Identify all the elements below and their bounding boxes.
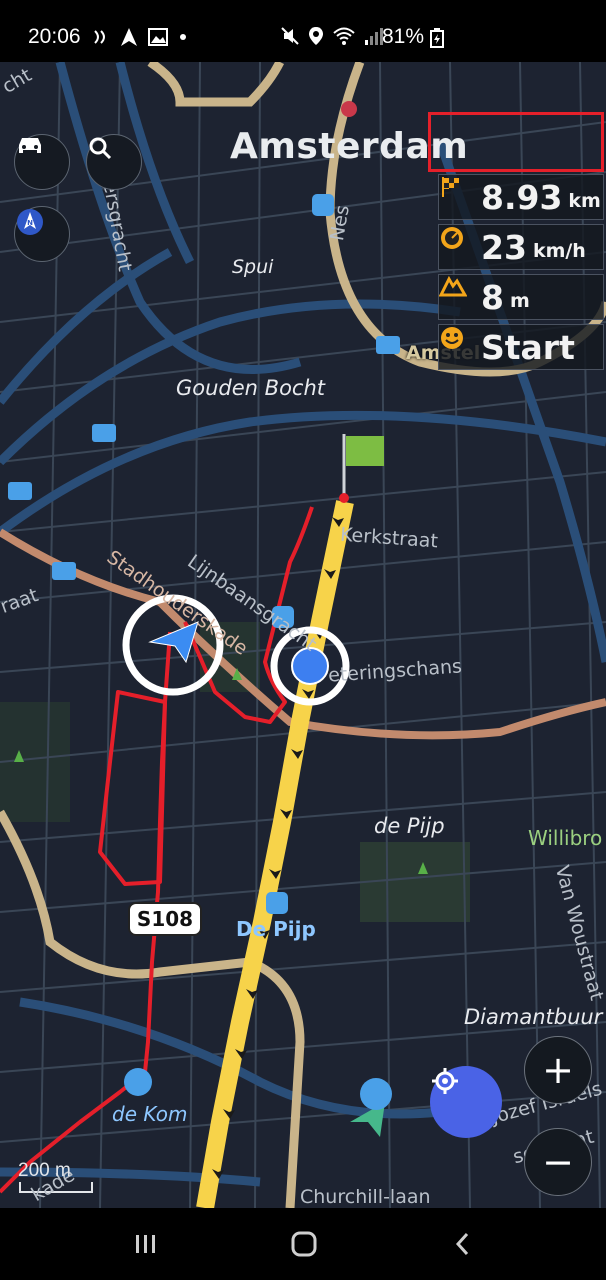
speed-value: 23 <box>481 227 527 267</box>
area-label-gouden-bocht: Gouden Bocht <box>176 376 326 400</box>
back-button[interactable] <box>432 1224 492 1264</box>
recent-apps-button[interactable] <box>116 1224 176 1264</box>
image-icon <box>148 28 168 46</box>
elevation-widget[interactable]: 8 m <box>438 274 604 320</box>
street-label-churchill-laan: Churchill-laan <box>300 1186 431 1208</box>
park-area <box>360 842 470 922</box>
vibration-icon <box>94 30 105 44</box>
status-time: 20:06 <box>28 25 81 48</box>
speed-unit: km/h <box>532 240 586 262</box>
system-nav-bar <box>0 1208 606 1280</box>
speedometer-icon <box>441 227 463 249</box>
compass-button[interactable]: N <box>14 206 70 262</box>
mute-icon <box>281 27 299 45</box>
search-icon <box>89 137 112 160</box>
signal-icon <box>365 28 383 45</box>
road-shield-label: S108 <box>136 907 194 931</box>
zoom-out-button[interactable]: − <box>524 1128 592 1196</box>
elevation-unit: m <box>509 290 530 312</box>
home-icon <box>291 1231 317 1257</box>
compass-icon: N <box>17 209 43 235</box>
distance-highlight-box <box>428 112 604 172</box>
road-shield: S108 <box>128 902 202 936</box>
info-widgets-panel: 8.93 km 23 km/h 8 m Start <box>438 174 604 374</box>
my-location-button[interactable] <box>430 1066 502 1138</box>
distance-value: 8.93 <box>481 177 563 217</box>
status-value: Start <box>481 327 575 367</box>
status-widget[interactable]: Start <box>438 324 604 370</box>
status-left-icons <box>92 26 188 48</box>
destination-flag-icon <box>339 434 384 503</box>
home-button[interactable] <box>274 1224 334 1264</box>
svg-text:N: N <box>27 219 33 227</box>
park-area <box>0 702 70 822</box>
area-label-de-kom: de Kom <box>112 1102 188 1126</box>
battery-percentage: 81% <box>382 25 425 48</box>
area-label-willibrord: Willibro <box>528 826 603 850</box>
search-button[interactable] <box>86 134 142 190</box>
speed-widget[interactable]: 23 km/h <box>438 224 604 270</box>
zoom-in-label: + <box>542 1048 574 1092</box>
zoom-out-label: − <box>542 1140 574 1184</box>
elevation-value: 8 <box>481 277 504 317</box>
area-label-spui: Spui <box>232 256 274 278</box>
zoom-in-button[interactable]: + <box>524 1036 592 1104</box>
distance-unit: km <box>568 190 601 212</box>
car-icon <box>19 138 41 153</box>
checkered-flag-icon <box>442 177 459 197</box>
back-icon <box>455 1232 469 1256</box>
smiley-icon <box>441 327 463 349</box>
navigation-arrow-icon <box>121 28 137 46</box>
poi-dot <box>341 101 357 117</box>
vehicle-profile-button[interactable] <box>14 134 70 190</box>
dot-icon <box>180 34 186 40</box>
area-label-diamantbuurt: Diamantbuur <box>464 1005 603 1029</box>
wifi-icon <box>333 27 355 45</box>
status-right-icons <box>280 26 384 46</box>
my-location-icon <box>432 1068 458 1094</box>
location-pin-icon <box>309 27 323 45</box>
recent-apps-icon <box>136 1235 155 1253</box>
area-label-de-pijp: de Pijp <box>374 814 445 838</box>
station-label-de-pijp: De Pijp <box>236 917 316 941</box>
status-bar: 20:06 81% <box>0 0 606 62</box>
mountain-icon <box>439 275 467 297</box>
battery-charging-icon <box>430 28 444 48</box>
scale-label: 200 m <box>18 1160 71 1181</box>
distance-widget[interactable]: 8.93 km <box>438 174 604 220</box>
map-view[interactable]: Amsterdam Spui Gouden Bocht Kerkstraat e… <box>0 62 606 1208</box>
